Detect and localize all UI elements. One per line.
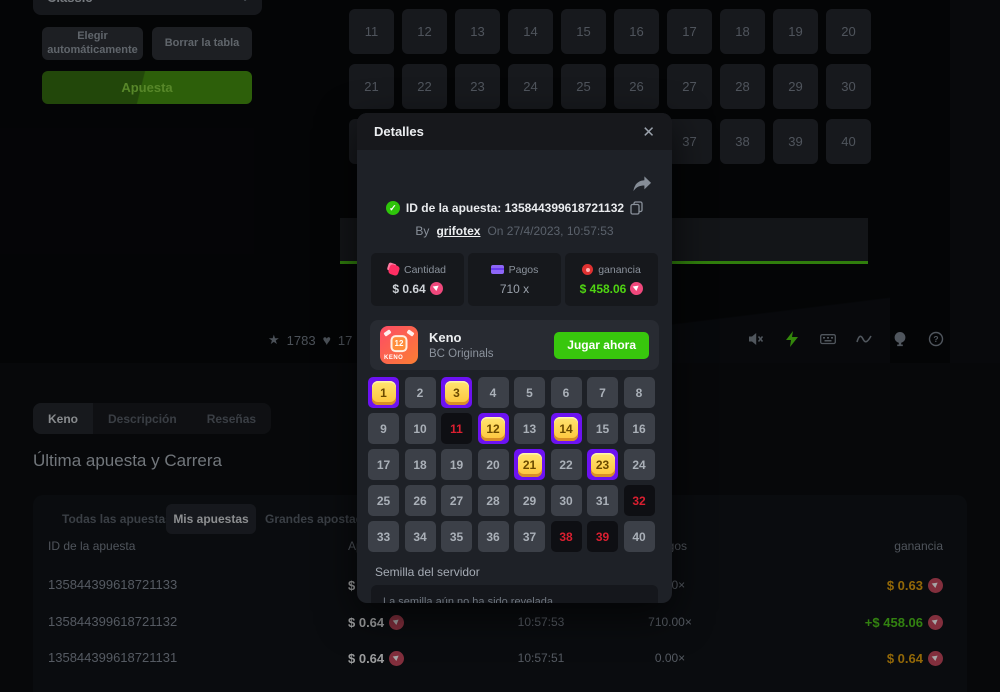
bet-byline: By grifotex On 27/4/2023, 10:57:53 <box>357 224 672 238</box>
keno-number-cell: 14 <box>551 413 582 444</box>
stat-amount-label: Cantidad <box>404 264 446 276</box>
profit-icon <box>582 264 593 275</box>
keno-number-cell: 21 <box>514 449 545 480</box>
modal-keno-grid: 1234567891011121314151617181920212223242… <box>368 377 655 552</box>
tile-number: 12 <box>391 335 408 352</box>
keno-number-cell: 32 <box>624 485 655 516</box>
keno-number-cell: 29 <box>514 485 545 516</box>
stat-amount-value: $ 0.64 <box>392 282 425 296</box>
keno-number-cell: 24 <box>624 449 655 480</box>
keno-number-cell: 2 <box>405 377 436 408</box>
game-card: 12 KENO Keno BC Originals Jugar ahora <box>370 320 659 370</box>
keno-number-cell: 38 <box>551 521 582 552</box>
keno-number-cell: 18 <box>405 449 436 480</box>
keno-number-cell: 25 <box>368 485 399 516</box>
keno-game-thumbnail: 12 KENO <box>380 326 418 364</box>
ticket-decoration <box>383 329 391 336</box>
player-link[interactable]: grifotex <box>436 224 480 238</box>
verified-shield-icon: ✓ <box>386 201 400 215</box>
game-card-text: Keno BC Originals <box>429 330 494 360</box>
keno-number-cell: 15 <box>587 413 618 444</box>
play-now-button[interactable]: Jugar ahora <box>554 332 649 359</box>
tron-coin-icon <box>430 282 443 295</box>
keno-number-cell: 1 <box>368 377 399 408</box>
bet-details-modal: Detalles ✕ ✓ ID de la apuesta: 135844399… <box>357 113 672 603</box>
keno-number-cell: 33 <box>368 521 399 552</box>
keno-number-cell: 5 <box>514 377 545 408</box>
keno-number-cell: 26 <box>405 485 436 516</box>
keno-number-cell: 3 <box>441 377 472 408</box>
hit-gold-chip: 3 <box>445 381 469 405</box>
keno-number-cell: 7 <box>587 377 618 408</box>
keno-game-page: Classic › Elegir automáticamente Borrar … <box>0 0 1000 692</box>
keno-number-cell: 10 <box>405 413 436 444</box>
keno-number-cell: 40 <box>624 521 655 552</box>
keno-number-cell: 39 <box>587 521 618 552</box>
hit-gold-chip: 12 <box>481 417 505 441</box>
keno-number-cell: 16 <box>624 413 655 444</box>
hit-gold-chip: 1 <box>372 381 396 405</box>
keno-number-cell: 4 <box>478 377 509 408</box>
keno-number-cell: 37 <box>514 521 545 552</box>
keno-number-cell: 8 <box>624 377 655 408</box>
keno-number-cell: 17 <box>368 449 399 480</box>
stat-profit-value: $ 458.06 <box>580 282 627 296</box>
keno-number-cell: 34 <box>405 521 436 552</box>
keno-number-cell: 27 <box>441 485 472 516</box>
keno-number-cell: 6 <box>551 377 582 408</box>
stat-profit-label: ganancia <box>598 264 641 276</box>
amount-icon <box>388 263 401 276</box>
modal-header: Detalles ✕ <box>357 113 672 150</box>
hit-gold-chip: 21 <box>518 453 542 477</box>
close-icon[interactable]: ✕ <box>642 123 655 141</box>
keno-number-cell: 23 <box>587 449 618 480</box>
copy-icon[interactable] <box>630 201 643 215</box>
bet-id-text: ID de la apuesta: 135844399618721132 <box>406 201 624 215</box>
server-seed-label: Semilla del servidor <box>375 565 480 579</box>
game-provider: BC Originals <box>429 348 494 360</box>
bet-id-row: ✓ ID de la apuesta: 135844399618721132 <box>357 201 672 215</box>
keno-number-cell: 20 <box>478 449 509 480</box>
stat-payout-label: Pagos <box>509 264 539 276</box>
ticket-decoration <box>406 329 414 336</box>
payout-icon <box>491 265 504 274</box>
keno-number-cell: 13 <box>514 413 545 444</box>
keno-number-cell: 9 <box>368 413 399 444</box>
game-name: Keno <box>429 330 494 345</box>
stat-amount: Cantidad $ 0.64 <box>371 253 464 306</box>
tile-label: KENO <box>384 355 403 361</box>
hit-gold-chip: 23 <box>591 453 615 477</box>
stat-payout-value: 710 x <box>500 282 529 296</box>
keno-number-cell: 30 <box>551 485 582 516</box>
modal-title: Detalles <box>374 124 424 139</box>
keno-number-cell: 12 <box>478 413 509 444</box>
tron-coin-icon <box>630 282 643 295</box>
keno-number-cell: 11 <box>441 413 472 444</box>
bet-stats-row: Cantidad $ 0.64 Pagos 710 x ganancia $ 4… <box>371 253 658 306</box>
keno-number-cell: 22 <box>551 449 582 480</box>
stat-payout: Pagos 710 x <box>468 253 561 306</box>
stat-profit: ganancia $ 458.06 <box>565 253 658 306</box>
keno-number-cell: 35 <box>441 521 472 552</box>
hit-gold-chip: 14 <box>554 417 578 441</box>
server-seed-field[interactable]: La semilla aún no ha sido revelada <box>371 585 658 603</box>
keno-number-cell: 28 <box>478 485 509 516</box>
keno-number-cell: 31 <box>587 485 618 516</box>
keno-number-cell: 36 <box>478 521 509 552</box>
bet-datetime: On 27/4/2023, 10:57:53 <box>487 224 613 238</box>
share-icon[interactable] <box>632 175 652 193</box>
keno-number-cell: 19 <box>441 449 472 480</box>
by-label: By <box>415 224 429 238</box>
